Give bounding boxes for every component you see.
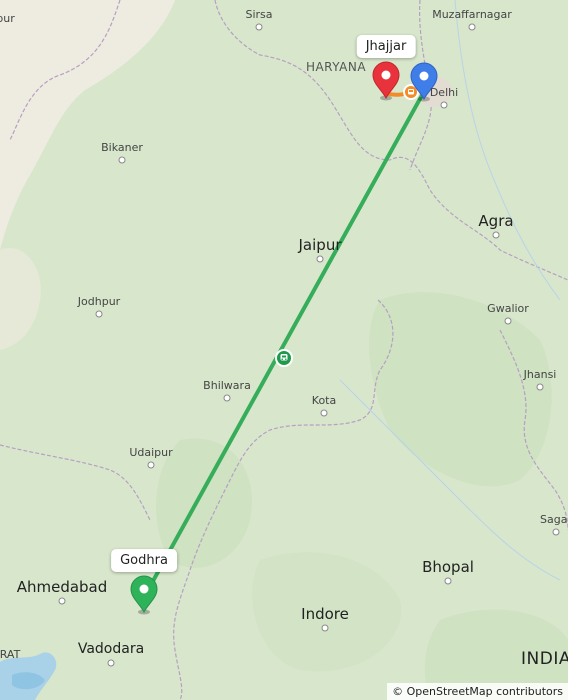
place-label-vadodara: Vadodara — [77, 641, 145, 657]
place-label-jodhpur: Jodhpur — [77, 295, 121, 308]
city-dot-icon — [255, 23, 263, 31]
city-dot-icon — [107, 659, 115, 667]
city-dot-icon — [316, 255, 324, 263]
city-dot-icon — [95, 310, 103, 318]
place-label-india: INDIA — [521, 649, 568, 669]
map-attribution[interactable]: © OpenStreetMap contributors — [387, 683, 568, 700]
place-label-bhopal: Bhopal — [422, 558, 474, 576]
place-label-gwalior: Gwalior — [487, 302, 529, 315]
jhajjar-marker-label[interactable]: Jhajjar — [356, 35, 416, 58]
city-dot-icon — [58, 597, 66, 605]
place-label-kota: Kota — [311, 394, 337, 407]
place-label-agra: Agra — [478, 212, 514, 230]
city-dot-icon — [147, 461, 155, 469]
place-label-bhilwara: Bhilwara — [203, 379, 251, 392]
place-label-haryana: HARYANA — [305, 60, 367, 74]
city-dot-icon — [118, 156, 126, 164]
city-dot-icon — [552, 528, 560, 536]
city-dot-icon — [536, 383, 544, 391]
city-dot-icon — [504, 317, 512, 325]
city-dot-icon — [223, 394, 231, 402]
place-label-delhi: Delhi — [429, 86, 459, 99]
city-dot-icon — [468, 23, 476, 31]
place-label-edge-rat: RAT — [0, 648, 21, 661]
place-label-muzaffarnagar: Muzaffarnagar — [432, 8, 512, 21]
place-label-jaipur: Jaipur — [298, 236, 342, 254]
place-label-ahmedabad: Ahmedabad — [16, 578, 108, 596]
place-label-indore: Indore — [301, 605, 349, 623]
place-label-edge-ipur: ipur — [0, 12, 15, 25]
place-label-sagar: Sagar — [540, 513, 568, 526]
city-dot-icon — [492, 231, 500, 239]
train-icon — [275, 349, 293, 367]
place-label-sirsa: Sirsa — [245, 8, 273, 21]
place-label-bikaner: Bikaner — [101, 141, 143, 154]
place-label-udaipur: Udaipur — [129, 446, 173, 459]
city-dot-icon — [440, 101, 448, 109]
godhra-marker-label[interactable]: Godhra — [111, 549, 177, 572]
city-dot-icon — [321, 624, 329, 632]
city-dot-icon — [444, 577, 452, 585]
place-label-jhansi: Jhansi — [523, 368, 557, 381]
city-dot-icon — [320, 409, 328, 417]
